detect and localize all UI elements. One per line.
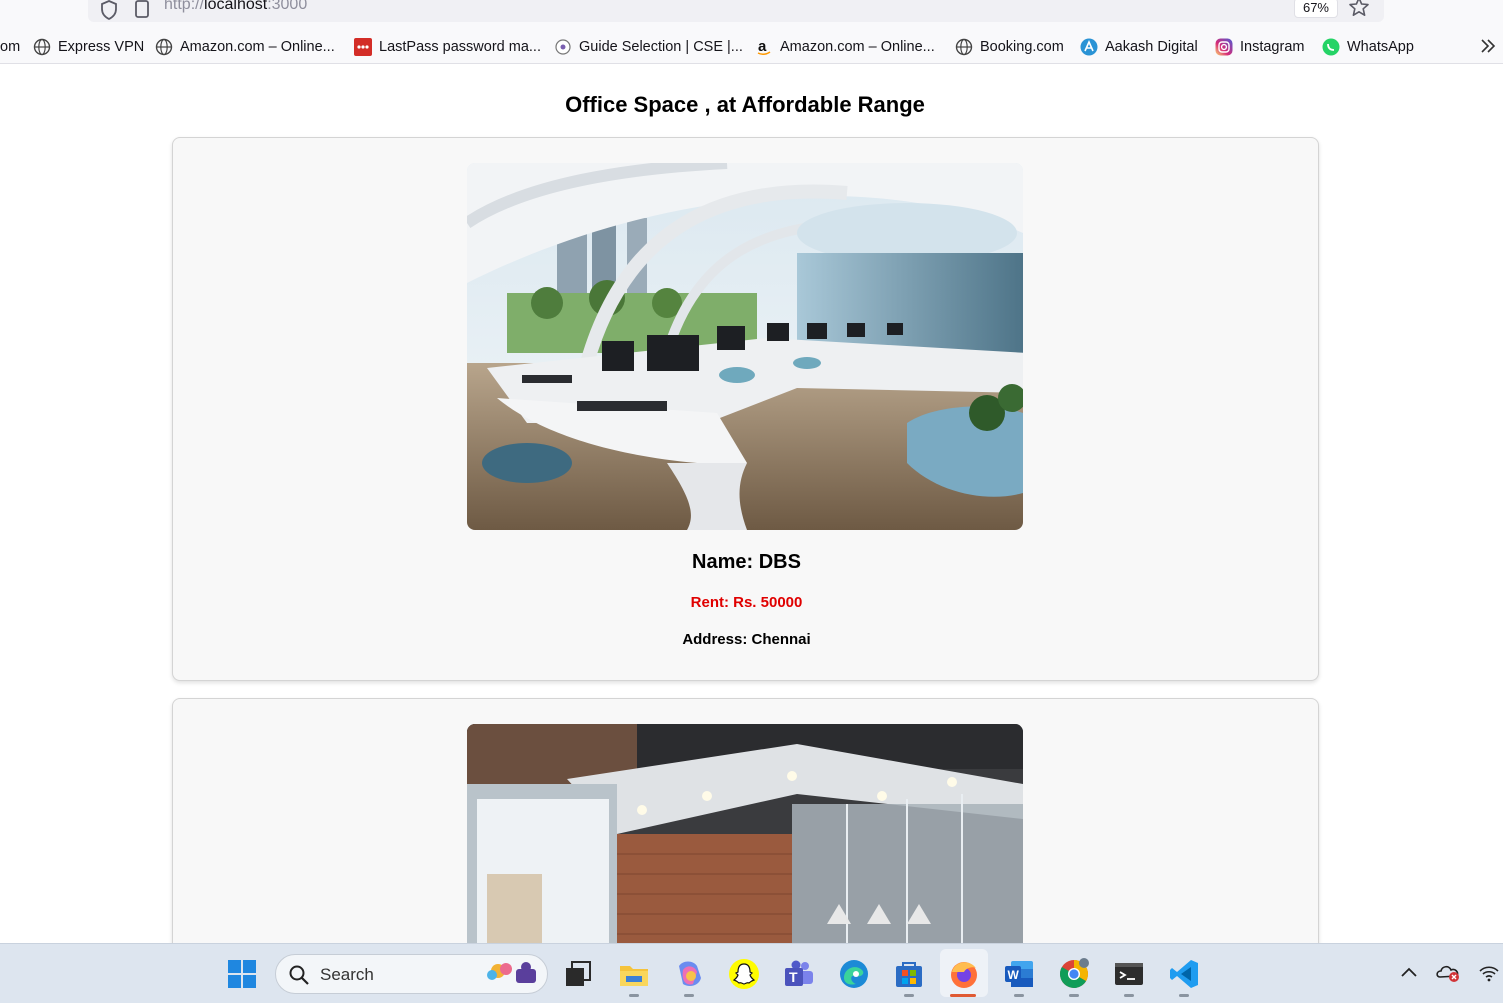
active-app-indicator [950, 994, 976, 997]
running-indicator [1014, 994, 1024, 997]
search-icon [289, 965, 309, 985]
bookmark-item[interactable]: Guide Selection | CSE |... [554, 33, 743, 61]
bookmark-item[interactable]: WhatsApp [1322, 33, 1414, 61]
listing-card: Name: DBS Rent: Rs. 50000 Address: Chenn… [172, 137, 1319, 681]
chrome-icon[interactable] [1058, 958, 1090, 990]
aakash-icon [1080, 38, 1098, 56]
globe-icon [155, 38, 173, 56]
running-indicator [904, 994, 914, 997]
url-text[interactable]: http://localhost:3000 [164, 0, 307, 14]
bookmarks-overflow-chevron-icon[interactable] [1479, 38, 1497, 54]
search-placeholder: Search [320, 965, 374, 984]
listing-address: Address: Chennai [682, 631, 811, 648]
globe-icon [33, 38, 51, 56]
terminal-icon[interactable] [1113, 958, 1145, 990]
browser-toolbar: http://localhost:3000 67% om Express VPN… [0, 0, 1503, 64]
teams-icon[interactable]: T [783, 958, 815, 990]
bookmark-item[interactable]: Express VPN [33, 33, 144, 61]
page-info-icon[interactable] [134, 0, 150, 18]
bookmark-label: Instagram [1240, 39, 1305, 55]
bookmark-label: Guide Selection | CSE |... [579, 39, 743, 55]
bookmark-label: Amazon.com – Online... [180, 39, 335, 55]
bookmark-item[interactable]: Instagram [1215, 33, 1304, 61]
globe-icon [955, 38, 973, 56]
widgets-icon[interactable] [482, 959, 544, 991]
bookmark-label: om [0, 39, 21, 55]
taskbar-search-box[interactable]: Search [275, 954, 548, 994]
bookmark-label: Booking.com [980, 39, 1064, 55]
file-explorer-icon[interactable] [618, 958, 650, 990]
bookmark-star-icon[interactable] [1348, 0, 1370, 18]
windows-start-icon[interactable] [226, 958, 258, 990]
bookmarks-toolbar: om Express VPN Amazon.com – Online... La… [0, 33, 1503, 61]
bookmark-label: Amazon.com – Online... [780, 39, 935, 55]
running-indicator [684, 994, 694, 997]
bookmark-item[interactable]: Aakash Digital [1080, 33, 1198, 61]
bookmark-item[interactable]: Amazon.com – Online... [155, 33, 335, 61]
amazon-icon: a [757, 38, 771, 56]
whatsapp-icon [1322, 38, 1340, 56]
address-bar[interactable]: http://localhost:3000 67% [88, 0, 1384, 22]
onedrive-error-icon[interactable] [1436, 962, 1462, 984]
office-interior-image [467, 163, 1023, 530]
task-view-icon[interactable] [562, 958, 594, 990]
chevron-up-icon[interactable] [1400, 966, 1418, 978]
running-indicator [1179, 994, 1189, 997]
bookmark-label: LastPass password ma... [379, 39, 541, 55]
snapchat-icon[interactable] [728, 958, 760, 990]
bookmark-label: Express VPN [58, 39, 145, 55]
svg-text:a: a [758, 38, 767, 55]
office-photo [467, 163, 1023, 530]
zoom-level-badge[interactable]: 67% [1293, 0, 1338, 18]
edge-icon[interactable] [838, 958, 870, 990]
svg-text:T: T [789, 969, 798, 985]
bookmark-item[interactable]: Booking.com [955, 33, 1064, 61]
store-icon[interactable] [893, 958, 925, 990]
bookmark-item[interactable]: om [0, 33, 20, 61]
bookmark-label: Aakash Digital [1105, 39, 1198, 55]
running-indicator [1069, 994, 1079, 997]
windows-taskbar: Search T W [0, 943, 1503, 1003]
svg-text:W: W [1008, 968, 1020, 982]
running-indicator [1124, 994, 1134, 997]
firefox-icon[interactable] [948, 958, 980, 990]
listing-rent: Rent: Rs. 50000 [690, 594, 803, 611]
instagram-icon [1215, 38, 1233, 56]
copilot-icon[interactable] [673, 958, 705, 990]
lastpass-icon [354, 38, 372, 56]
bookmark-item[interactable]: LastPass password ma... [354, 33, 541, 61]
running-indicator [629, 994, 639, 997]
page-title: Office Space , at Affordable Range [565, 92, 925, 117]
guide-icon [555, 39, 571, 55]
listing-name: Name: DBS [692, 551, 801, 573]
tracking-protection-shield-icon[interactable] [100, 0, 118, 20]
bookmark-label: WhatsApp [1347, 39, 1414, 55]
bookmark-item[interactable]: a Amazon.com – Online... [755, 33, 935, 61]
word-icon[interactable]: W [1003, 958, 1035, 990]
wifi-icon[interactable] [1478, 964, 1500, 982]
vscode-icon[interactable] [1168, 958, 1200, 990]
